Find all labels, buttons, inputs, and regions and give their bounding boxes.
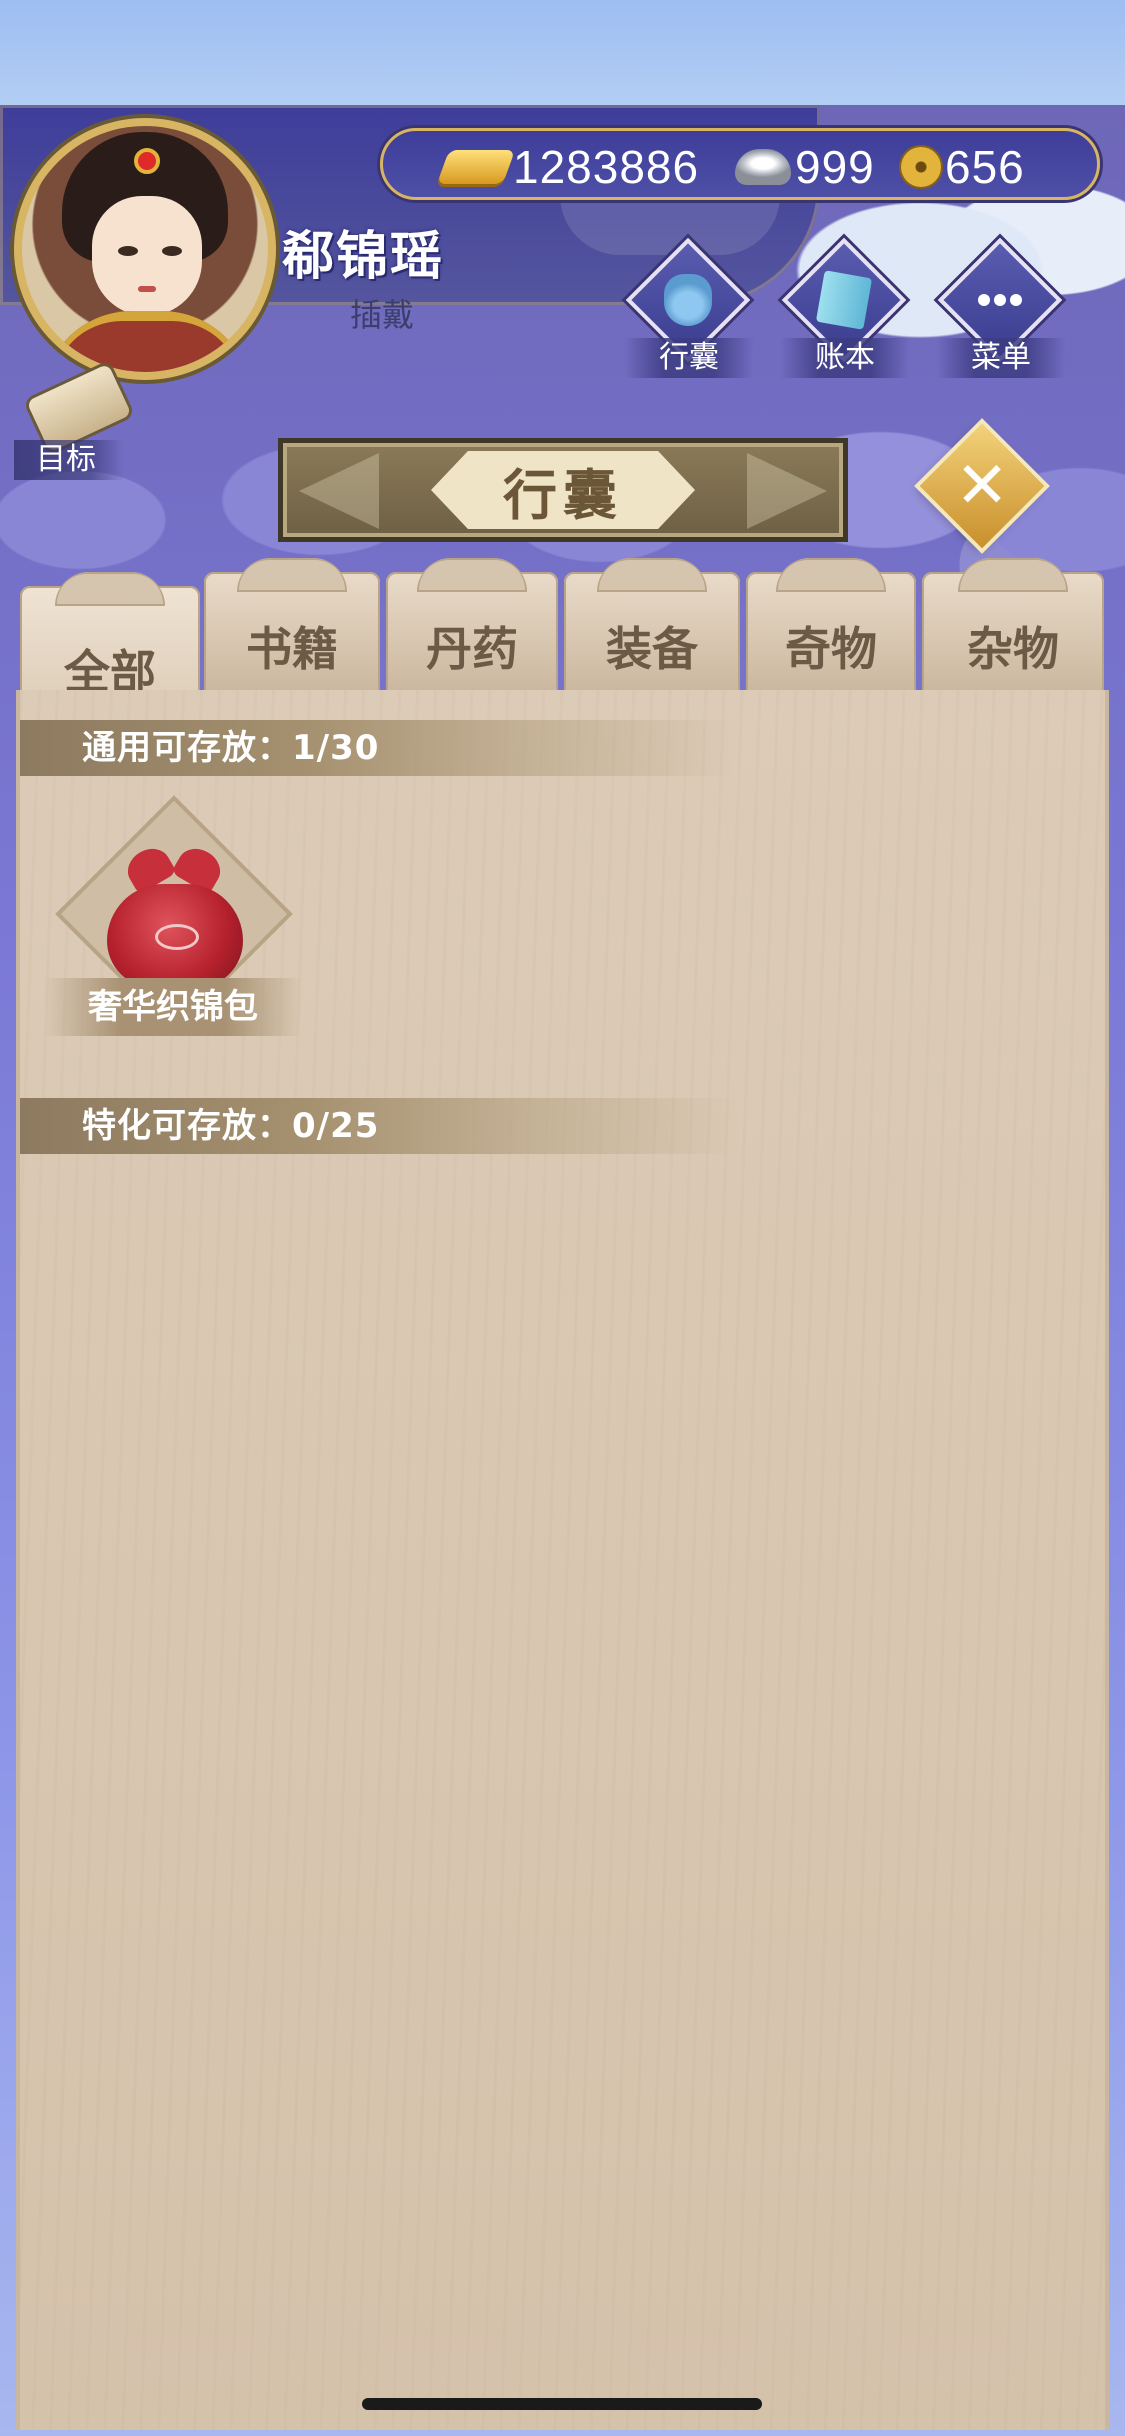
avatar-mouth	[138, 286, 156, 292]
avatar-face	[92, 196, 202, 316]
gold-currency: 1283886	[436, 141, 700, 193]
tab-equipment[interactable]: 装备	[564, 558, 740, 692]
tab-books[interactable]: 书籍	[204, 558, 380, 692]
ledger-button-label: 账本	[780, 338, 910, 378]
inventory-panel[interactable]: 通用可存放：1/30 奢华织锦包 特化可存放：0/25	[16, 690, 1109, 2430]
tab-pills[interactable]: 丹药	[386, 558, 558, 692]
ledger-book-icon	[815, 270, 873, 330]
avatar-robe	[42, 311, 252, 372]
gold-amount: 1283886	[513, 141, 700, 193]
home-indicator[interactable]	[362, 2398, 762, 2410]
tab-label: 书籍	[246, 622, 338, 676]
tab-curios[interactable]: 奇物	[746, 558, 916, 692]
copper-coin-icon	[901, 147, 941, 187]
bag-button-label: 行囊	[624, 338, 754, 378]
bag-icon	[664, 274, 712, 326]
player-title: 插戴	[350, 296, 415, 334]
sky-background	[0, 0, 1125, 110]
player-name: 郗锦瑶	[282, 227, 445, 287]
goal-button-label: 目标	[14, 440, 124, 480]
panel-title: 行囊	[431, 451, 695, 529]
silver-currency: 999	[735, 141, 875, 193]
chevron-left-ornament	[299, 453, 379, 529]
item-name: 奢华织锦包	[44, 978, 302, 1036]
tab-misc[interactable]: 杂物	[922, 558, 1104, 692]
coin-amount: 656	[945, 141, 1025, 193]
special-storage-header: 特化可存放：0/25	[20, 1098, 740, 1154]
red-silk-bundle-icon	[99, 841, 249, 994]
menu-button-label: 菜单	[936, 338, 1066, 378]
tab-label: 装备	[606, 622, 698, 676]
gold-ingot-icon	[436, 150, 516, 184]
coin-currency: 656	[901, 141, 1025, 193]
player-avatar[interactable]	[14, 118, 276, 380]
currency-bar: 1283886 999 656	[380, 128, 1100, 200]
avatar-eye	[162, 246, 182, 256]
menu-button[interactable]: 菜单	[936, 237, 1066, 378]
ledger-button[interactable]: 账本	[780, 237, 910, 378]
chevron-right-ornament	[747, 453, 827, 529]
general-storage-header: 通用可存放：1/30	[20, 720, 740, 776]
tab-label: 杂物	[967, 622, 1059, 676]
more-dots-icon	[976, 274, 1024, 326]
tab-label: 丹药	[426, 622, 518, 676]
goal-button[interactable]: 目标	[14, 363, 134, 480]
tab-label: 奇物	[785, 622, 877, 676]
silver-ingot-icon	[735, 149, 791, 185]
inventory-item[interactable]: 奢华织锦包	[44, 795, 302, 1058]
close-icon[interactable]: ✕	[938, 442, 1026, 530]
avatar-hair-jewel	[134, 148, 160, 174]
bag-button[interactable]: 行囊	[624, 237, 754, 378]
silver-amount: 999	[795, 141, 875, 193]
avatar-eye	[118, 246, 138, 256]
panel-title-plaque: 行囊	[278, 438, 848, 542]
